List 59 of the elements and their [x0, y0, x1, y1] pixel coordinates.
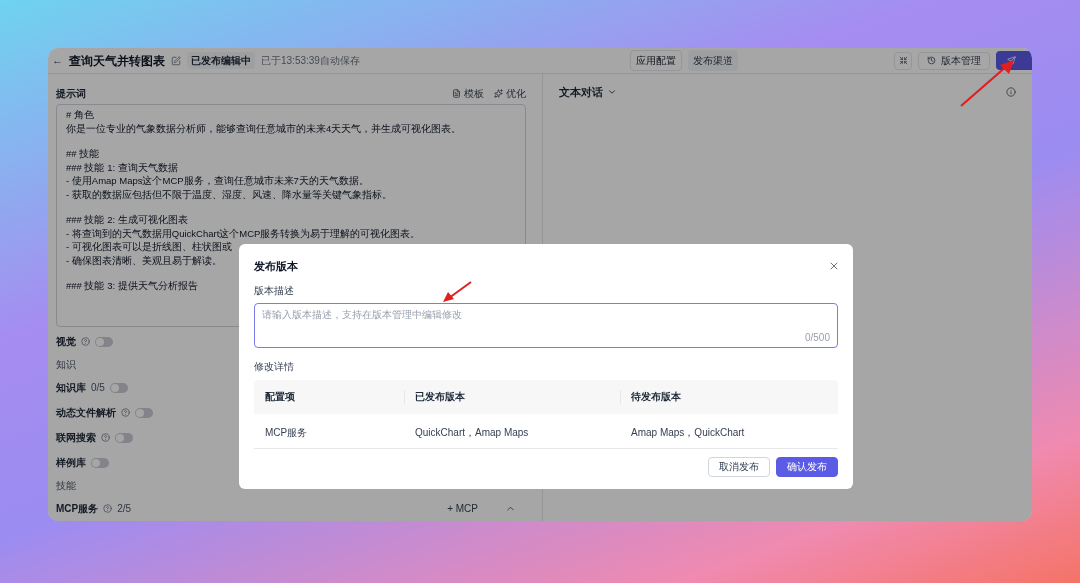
app-title: 查询天气并转图表: [69, 52, 165, 70]
prompt-line: - 获取的数据应包括但不限于温度、湿度、风速、降水量等关键气象指标。: [66, 187, 392, 201]
setting-label: 联网搜索: [56, 431, 96, 445]
prompt-line: ### 技能 3: 提供天气分析报告: [66, 279, 198, 293]
annotation-arrow: [440, 280, 474, 304]
add-mcp-button[interactable]: + MCP: [447, 501, 478, 516]
edit-icon[interactable]: [171, 55, 181, 66]
prompt-line: - 使用Amap Maps这个MCP服务，查询任意城市未来7天的天气数据。: [66, 174, 369, 188]
setting-label: 视觉: [56, 335, 76, 349]
send-icon: [1007, 56, 1016, 65]
prompt-line: - 确保图表清晰、美观且易于解读。: [66, 253, 222, 267]
column-header: 已发布版本: [415, 390, 465, 404]
count-label: 2/5: [117, 502, 132, 516]
setting-label: MCP服务: [56, 502, 99, 516]
prompt-line: - 将查询到的天气数据用QuickChart这个MCP服务转换为易于理解的可视化图表。: [66, 226, 421, 240]
collapse-button[interactable]: [894, 51, 912, 70]
prompt-action[interactable]: 优化: [494, 85, 526, 101]
counter-text: 0/500: [804, 330, 830, 345]
prompt-line: ### 技能 1: 查询天气数据: [66, 160, 178, 174]
field-label: 版本描述: [254, 283, 294, 298]
history-icon: [927, 56, 936, 65]
toggle-switch[interactable]: [91, 457, 109, 468]
prompt-action[interactable]: 模板: [452, 85, 484, 101]
cancel-button[interactable]: 取消发布: [708, 456, 770, 477]
column-header: 配置项: [265, 390, 295, 404]
setting-label: 样例库: [56, 456, 86, 470]
dialog-title: 发布版本: [254, 259, 298, 274]
sparkle-icon: [494, 88, 503, 98]
prompt-line: 你是一位专业的气象数据分析师，能够查询任意城市的未来4天天气，并生成可视化图表。: [66, 121, 462, 135]
prompt-line: ## 技能: [66, 147, 100, 161]
table-cell: Amap Maps，QuickChart: [631, 426, 745, 438]
info-icon[interactable]: [1006, 87, 1016, 98]
column-header: 待发布版本: [631, 390, 681, 404]
toggle-switch[interactable]: [109, 382, 128, 393]
prompt-line: # 角色: [66, 108, 94, 122]
setting-label: 知识库: [56, 381, 86, 395]
shrink-icon: [898, 56, 908, 65]
confirm-button[interactable]: 确认发布: [776, 456, 838, 477]
section-label: 技能: [56, 479, 76, 493]
prompt-line: - 可视化图表可以是折线图、柱状图或: [66, 240, 232, 254]
back-button[interactable]: ←: [52, 52, 63, 69]
config-tab[interactable]: 应用配置: [630, 50, 682, 71]
chat-mode-select[interactable]: 文本对话: [559, 84, 617, 101]
prompt-line: ### 技能 2: 生成可视化图表: [66, 213, 188, 227]
document-icon: [452, 88, 461, 98]
status-badge: 已发布编辑中: [187, 52, 255, 69]
toggle-switch[interactable]: [115, 432, 133, 443]
count-label: 0/5: [91, 381, 105, 395]
toggle-switch[interactable]: [135, 407, 153, 418]
toggle-switch[interactable]: [95, 336, 113, 347]
table-cell: MCP服务: [265, 426, 308, 438]
table-cell: QuickChart，Amap Maps: [415, 426, 529, 438]
prompt-label: 提示词: [56, 86, 86, 101]
field-label: 修改详情: [254, 359, 294, 374]
section-label: 知识: [56, 358, 76, 372]
autosave-text: 已于13:53:39自动保存: [261, 54, 360, 68]
setting-label: 动态文件解析: [56, 406, 116, 420]
config-tab[interactable]: 发布渠道: [688, 50, 738, 71]
version-button[interactable]: 版本管理: [918, 51, 990, 70]
